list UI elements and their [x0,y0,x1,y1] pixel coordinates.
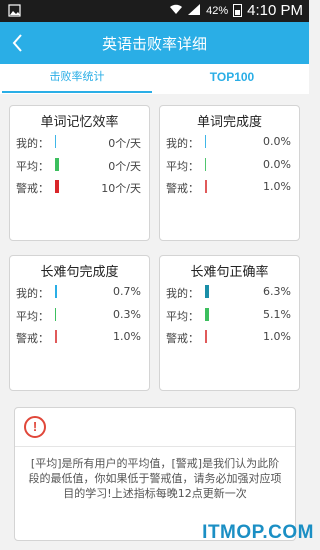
stat-value: 0.0% [263,158,291,171]
stat-row: 平均： 0.0% [166,157,291,173]
card-title: 长难句正确率 [190,265,269,280]
stat-label: 我的： [166,137,199,150]
stat-value: 0个/天 [108,160,141,173]
stat-value: 1.0% [263,330,291,343]
tab-defeat-rate[interactable]: 击败率统计 [0,64,154,94]
clock: 4:10 PM [247,2,303,19]
signal-icon [188,3,201,18]
stat-label: 平均： [16,310,49,323]
stat-value: 0.7% [113,285,141,298]
tab-bar: 击败率统计 TOP100 [0,64,309,94]
status-bar-right: 42% 4:10 PM [169,2,303,19]
tab-top100[interactable]: TOP100 [155,64,309,94]
stat-value: 0.3% [113,308,141,321]
stat-bar [55,285,57,298]
stat-row: 警戒： 1.0% [166,329,291,345]
stat-row: 警戒： 1.0% [166,179,291,195]
alert-circle-icon: ! [24,416,46,438]
stat-card: 单词完成度我的： 0.0% 平均： 0.0% 警戒： 1.0% [159,105,300,241]
note-divider [15,446,295,447]
stat-row: 平均： 5.1% [166,307,291,323]
card-title: 单词完成度 [196,115,262,130]
stat-row: 平均： 0.3% [16,307,141,323]
stat-label: 警戒： [166,182,199,195]
stat-label: 我的： [16,287,49,300]
stat-label: 平均： [166,310,199,323]
stat-bar [205,135,206,148]
battery-percent: 42% [206,4,229,17]
stat-bar [205,308,209,321]
stat-bar [205,330,207,343]
title-bar: 英语击败率详细 [0,22,309,64]
stat-row: 平均： 0个/天 [16,157,141,173]
stat-label: 警戒： [16,182,49,195]
page-title: 英语击败率详细 [101,35,207,53]
stat-row: 警戒： 1.0% [16,329,141,345]
stat-bar [55,180,59,193]
stat-label: 警戒： [16,332,49,345]
stat-label: 平均： [166,160,199,173]
stat-bar [55,330,57,343]
stat-value: 10个/天 [101,182,141,195]
stat-label: 我的： [166,287,199,300]
stat-value: 0.0% [263,135,291,148]
stat-value: 1.0% [263,180,291,193]
stat-row: 我的： 6.3% [166,284,291,300]
note-text: [平均]是所有用户的平均值，[警戒]是我们认为此阶段的最低值，你如果低于警戒值，… [28,457,282,500]
stat-bar [55,135,56,148]
stat-card: 长难句完成度我的： 0.7% 平均： 0.3% 警戒： 1.0% [9,255,150,391]
stat-value: 5.1% [263,308,291,321]
stat-row: 警戒： 10个/天 [16,179,141,195]
card-title: 长难句完成度 [40,265,119,280]
stat-bar [55,158,59,171]
stat-card: 单词记忆效率 我的： 0个/天 平均： 0个/天 警戒： 10个/天 [9,105,150,241]
stat-value: 6.3% [263,285,291,298]
image-icon [8,4,21,20]
stat-card: 长难句正确率我的： 6.3% 平均： 5.1% 警戒： 1.0% [159,255,300,391]
stat-row: 我的： 0.0% [166,134,291,150]
stat-row: 我的： 0.7% [16,284,141,300]
stat-bar [205,285,209,298]
stat-bar [55,308,56,321]
stat-value: 1.0% [113,330,141,343]
card-title: 单词记忆效率 [40,115,119,130]
stat-label: 警戒： [166,332,199,345]
info-note: ! [平均]是所有用户的平均值，[警戒]是我们认为此阶段的最低值，你如果低于警戒… [14,407,296,541]
stat-label: 平均： [16,160,49,173]
stat-label: 我的： [16,137,49,150]
stat-value: 0个/天 [108,137,141,150]
watermark: ITMOP.COM [202,522,314,543]
stat-row: 我的： 0个/天 [16,134,141,150]
stat-bar [205,180,207,193]
wifi-icon [169,4,183,18]
status-bar: 42% 4:10 PM [0,0,309,22]
battery-icon [233,4,243,17]
stat-bar [205,158,206,171]
